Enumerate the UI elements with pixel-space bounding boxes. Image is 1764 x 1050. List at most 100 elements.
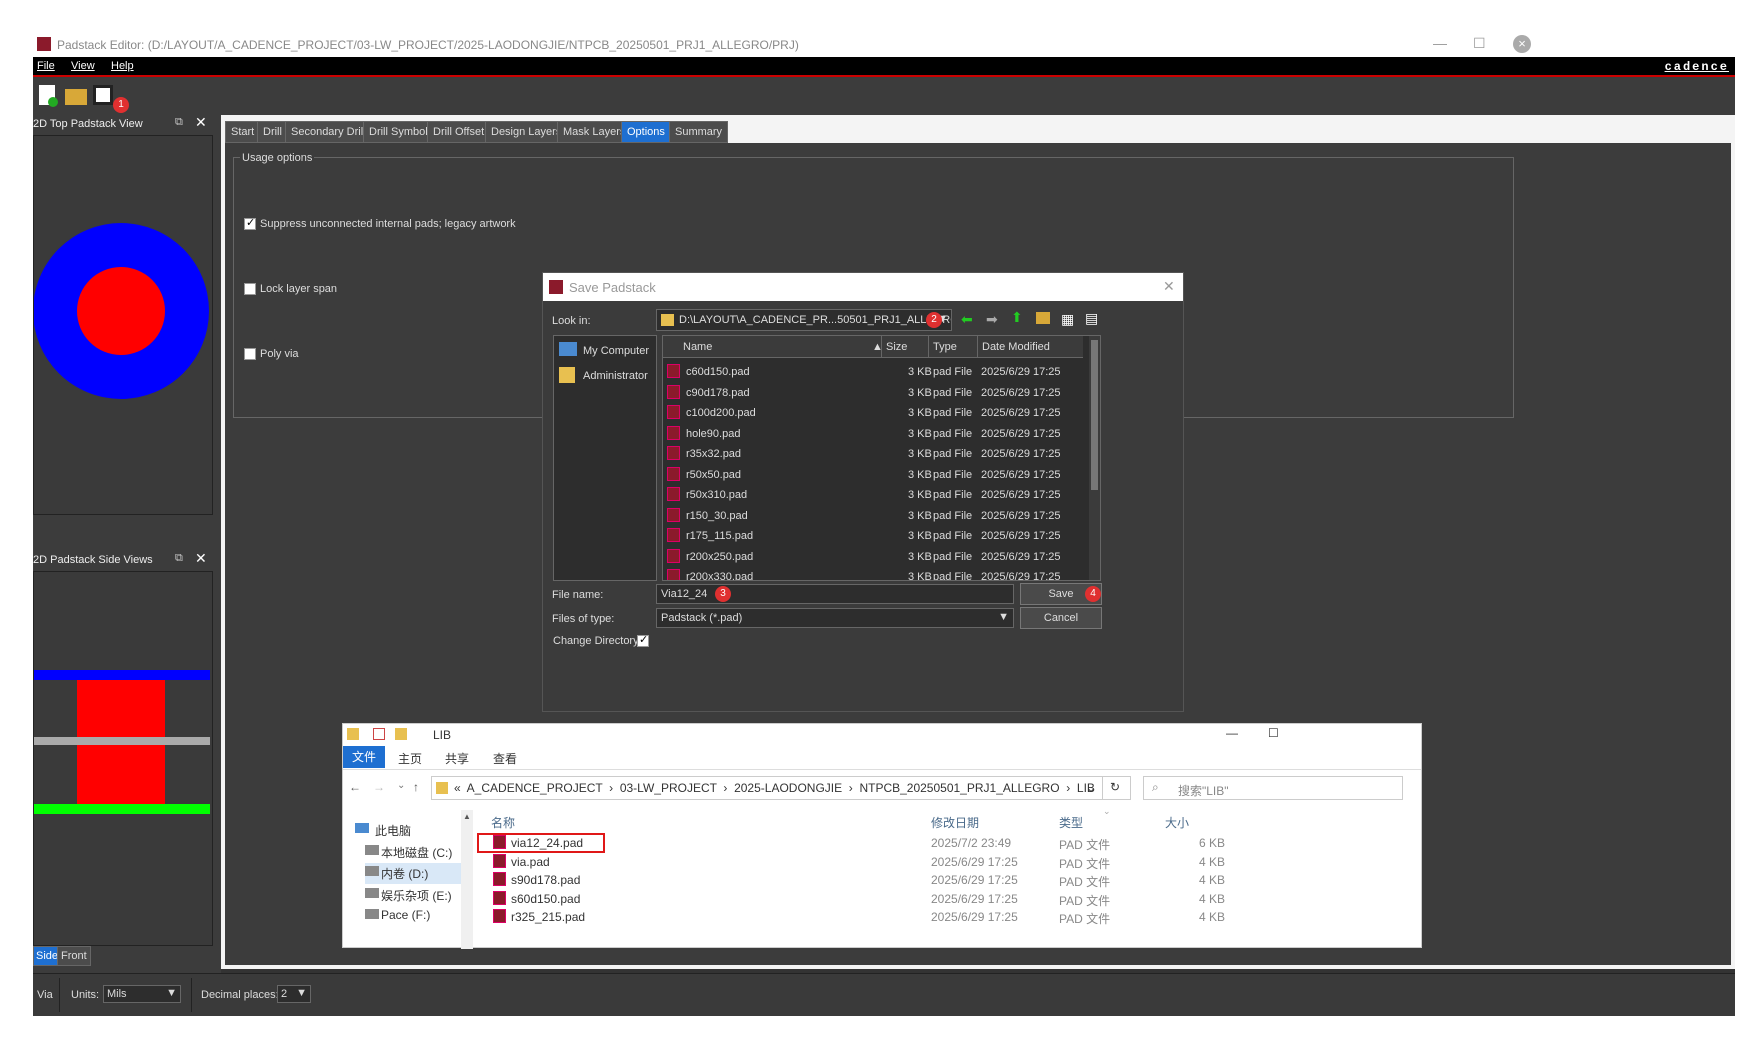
tab-options[interactable]: Options bbox=[621, 121, 671, 143]
new-folder-icon[interactable] bbox=[1036, 312, 1050, 324]
suppress-checkbox[interactable]: ✓ bbox=[244, 217, 256, 230]
up-arrow-icon[interactable]: ⬆ bbox=[1011, 309, 1023, 326]
file-type: pad File bbox=[933, 530, 973, 542]
breadcrumb[interactable]: « A_CADENCE_PROJECT › 03-LW_PROJECT › 20… bbox=[454, 781, 1095, 795]
suppress-label: Suppress unconnected internal pads; lega… bbox=[260, 218, 516, 230]
tree-drive[interactable]: 娱乐杂项 (E:) bbox=[365, 885, 461, 906]
minimize-icon[interactable]: — bbox=[1226, 726, 1238, 740]
annotation-badge-2: 2 bbox=[926, 312, 942, 328]
explorer-window: LIB — ☐ 文件 主页 共享 查看 ← → ⌄ ↑ « A_CADENCE_… bbox=[342, 723, 1422, 949]
file-row[interactable]: r200x330.pad 3 KB pad File 2025/6/29 17:25 bbox=[663, 566, 1093, 581]
forward-arrow-icon[interactable]: ➡ bbox=[986, 311, 998, 328]
col-size[interactable]: Size bbox=[886, 341, 907, 353]
change-directory-checkbox[interactable]: ✓ bbox=[637, 634, 649, 647]
file-date: 2025/6/29 17:25 bbox=[931, 873, 1018, 887]
back-arrow-icon[interactable]: ← bbox=[349, 780, 361, 794]
bottom-layer-pad bbox=[34, 804, 210, 814]
tab-drill-symbol[interactable]: Drill Symbol bbox=[363, 121, 434, 143]
properties-icon[interactable] bbox=[373, 728, 385, 740]
folder-icon bbox=[347, 728, 359, 740]
tree-scrollbar[interactable]: ▲ bbox=[461, 810, 473, 949]
file-name: r200x330.pad bbox=[686, 571, 754, 581]
file-name-input[interactable]: Via12_24 bbox=[656, 584, 1014, 604]
maximize-icon[interactable]: ☐ bbox=[1268, 726, 1279, 740]
place-my-computer[interactable]: My Computer bbox=[583, 345, 649, 357]
col-type[interactable]: Type bbox=[933, 341, 957, 353]
col-modified[interactable]: 修改日期 bbox=[931, 814, 979, 831]
col-size[interactable]: 大小 bbox=[1165, 814, 1189, 831]
file-date: 2025/6/29 17:25 bbox=[981, 489, 1061, 501]
address-bar[interactable]: « A_CADENCE_PROJECT › 03-LW_PROJECT › 20… bbox=[431, 776, 1131, 800]
tab-start[interactable]: Start bbox=[225, 121, 261, 143]
save-icon[interactable] bbox=[93, 85, 113, 105]
list-view-icon[interactable]: ▦ bbox=[1061, 311, 1074, 328]
col-type[interactable]: 类型 bbox=[1059, 814, 1083, 831]
tab-drill[interactable]: Drill bbox=[257, 121, 288, 143]
menu-help[interactable]: Help bbox=[111, 60, 134, 72]
scrollbar-thumb[interactable] bbox=[1091, 340, 1098, 490]
files-of-type-select[interactable]: Padstack (*.pad) ▼ bbox=[656, 608, 1014, 628]
side-view-header: 2D Padstack Side Views ⧉ ✕ bbox=[33, 550, 213, 571]
scrollbar[interactable] bbox=[1089, 336, 1100, 580]
scroll-up-icon[interactable]: ▲ bbox=[463, 812, 471, 821]
drive-icon bbox=[365, 909, 379, 919]
ribbon-home[interactable]: 主页 bbox=[398, 750, 422, 767]
toolbar: 1 bbox=[33, 79, 1735, 115]
close-panel-icon[interactable]: ✕ bbox=[195, 550, 207, 567]
float-icon[interactable]: ⧉ bbox=[175, 552, 183, 565]
decimal-places-select[interactable]: 2 ▼ bbox=[277, 985, 311, 1003]
look-in-select[interactable]: D:\LAYOUT\A_CADENCE_PR...50501_PRJ1_ALLE… bbox=[656, 309, 952, 331]
recent-dropdown-icon[interactable]: ⌄ bbox=[397, 780, 405, 791]
file-date: 2025/6/29 17:25 bbox=[981, 550, 1061, 563]
tree-drive[interactable]: 本地磁盘 (C:) bbox=[365, 842, 461, 863]
cancel-button[interactable]: Cancel bbox=[1020, 607, 1102, 629]
col-name[interactable]: Name bbox=[683, 341, 712, 353]
explorer-file-row[interactable]: r325_215.pad 2025/6/29 17:25 PAD 文件 4 KB bbox=[473, 908, 1273, 929]
up-arrow-icon[interactable]: ↑ bbox=[413, 780, 419, 794]
lock-layer-checkbox[interactable] bbox=[244, 283, 256, 295]
new-file-icon[interactable] bbox=[39, 85, 58, 107]
tab-secondary-drill[interactable]: Secondary Drill bbox=[285, 121, 372, 143]
tree-drive[interactable]: Pace (F:) bbox=[365, 906, 461, 927]
col-name[interactable]: 名称 bbox=[491, 814, 515, 831]
float-icon[interactable]: ⧉ bbox=[175, 116, 183, 129]
decimal-places-value: 2 bbox=[281, 988, 288, 1000]
tab-front[interactable]: Front bbox=[57, 946, 91, 966]
tree-drive[interactable]: 内卷 (D:) bbox=[365, 863, 461, 884]
poly-via-checkbox[interactable] bbox=[244, 348, 256, 360]
search-placeholder: 搜索"LIB" bbox=[1178, 784, 1229, 798]
close-icon[interactable]: ✕ bbox=[1163, 278, 1175, 295]
search-box[interactable]: ⌕ 搜索"LIB" bbox=[1143, 776, 1403, 800]
details-view-icon[interactable]: ▤ bbox=[1085, 310, 1098, 327]
ribbon-file[interactable]: 文件 bbox=[343, 746, 385, 768]
place-administrator[interactable]: Administrator bbox=[583, 370, 648, 382]
close-icon[interactable]: × bbox=[1513, 35, 1531, 53]
refresh-icon[interactable]: ↻ bbox=[1110, 780, 1120, 794]
file-size: 3 KB bbox=[908, 550, 932, 563]
back-arrow-icon[interactable]: ⬅ bbox=[961, 311, 973, 328]
close-panel-icon[interactable]: ✕ bbox=[195, 114, 207, 131]
forward-arrow-icon[interactable]: → bbox=[373, 780, 385, 794]
file-size: 3 KB bbox=[908, 571, 932, 581]
menu-view[interactable]: View bbox=[71, 60, 95, 72]
chevron-down-icon: ▼ bbox=[166, 987, 177, 999]
units-select[interactable]: Mils ▼ bbox=[103, 985, 181, 1003]
tab-summary[interactable]: Summary bbox=[669, 121, 729, 143]
pad-file-icon bbox=[493, 909, 506, 923]
pad-file-icon bbox=[667, 384, 680, 399]
col-date[interactable]: Date Modified bbox=[982, 341, 1050, 353]
tab-drill-offset[interactable]: Drill Offset bbox=[427, 121, 491, 143]
file-name: r50x50.pad bbox=[686, 468, 742, 481]
menu-file[interactable]: File bbox=[37, 60, 55, 72]
open-folder-icon[interactable] bbox=[65, 89, 87, 105]
poly-via-label: Poly via bbox=[260, 348, 299, 360]
tree-this-pc[interactable]: 此电脑 bbox=[355, 820, 455, 841]
chevron-down-icon[interactable]: ⌄ bbox=[1086, 781, 1096, 795]
maximize-icon[interactable]: ☐ bbox=[1473, 35, 1486, 52]
ribbon-share[interactable]: 共享 bbox=[445, 750, 469, 767]
ribbon-view[interactable]: 查看 bbox=[493, 750, 517, 767]
new-folder-icon[interactable] bbox=[395, 728, 407, 740]
pad-file-icon bbox=[493, 853, 506, 868]
minimize-icon[interactable]: — bbox=[1433, 35, 1447, 51]
tab-design-layers[interactable]: Design Layers bbox=[485, 121, 568, 143]
